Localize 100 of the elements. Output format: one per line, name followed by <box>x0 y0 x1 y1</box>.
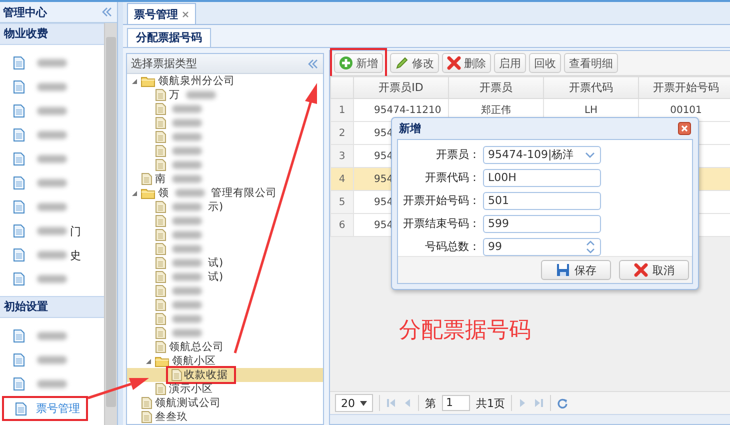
page-label: 第 <box>425 396 436 410</box>
chevron-down-icon <box>585 152 595 158</box>
toolbar-button[interactable]: 修改 <box>390 53 439 73</box>
first-page-icon <box>386 398 396 408</box>
document-icon <box>13 224 25 238</box>
dropdown-field[interactable]: 95474-109|杨洋 <box>483 146 601 164</box>
scrollbar[interactable] <box>104 23 117 425</box>
annotation-text: 分配票据号码 <box>399 317 531 345</box>
sidebar-item[interactable]: 门 <box>0 219 104 243</box>
tree-item[interactable]: 试) <box>127 256 323 270</box>
document-icon <box>13 152 25 166</box>
collapse-icon[interactable] <box>307 58 319 68</box>
document-icon <box>13 329 25 343</box>
document-icon <box>13 377 25 391</box>
item-label: 管理有限公司 <box>211 186 277 200</box>
item-label: 试) <box>208 256 224 270</box>
folder-icon <box>155 355 169 367</box>
document-icon <box>155 299 166 311</box>
dialog-button[interactable]: 保存 <box>541 260 611 280</box>
collapse-icon[interactable] <box>101 7 113 17</box>
tree-item[interactable]: 领 管理有限公司 <box>127 186 323 200</box>
document-icon <box>15 402 27 416</box>
field-label: 开票代码： <box>424 170 480 185</box>
document-icon <box>155 159 166 171</box>
toolbar-button[interactable]: 删除 <box>442 53 491 73</box>
tree-item[interactable]: 收款收据 <box>127 368 323 382</box>
document-icon <box>141 397 152 409</box>
item-label: 示) <box>208 200 224 214</box>
folder-icon <box>141 187 155 199</box>
item-label: 票号管理 <box>36 401 80 416</box>
field-label: 号码总数： <box>424 239 480 254</box>
document-icon <box>141 411 152 423</box>
tree-item[interactable]: 演示小区 <box>127 382 323 396</box>
tree-item[interactable]: 南 <box>127 172 323 186</box>
item-label: 万 <box>169 88 180 102</box>
column-header[interactable]: 开票代码 <box>544 76 638 98</box>
last-page-icon <box>534 398 544 408</box>
column-header[interactable]: 开票员 <box>448 76 544 98</box>
number-field[interactable]: 99 <box>483 238 601 256</box>
toolbar-button[interactable]: 查看明细 <box>564 53 618 73</box>
field-label: 开票员： <box>435 147 480 162</box>
document-icon <box>13 248 25 262</box>
column-header[interactable]: 开票开始号码 <box>638 76 730 98</box>
item-label: 领航泉州分公司 <box>158 74 235 88</box>
document-icon <box>13 80 25 94</box>
row-number: 3 <box>330 144 354 168</box>
document-icon <box>155 103 166 115</box>
cross-icon <box>447 56 461 70</box>
tab[interactable]: 分配票据号码 <box>127 28 211 47</box>
item-label: 南 <box>155 172 166 186</box>
document-icon <box>171 369 182 381</box>
document-icon <box>13 104 25 118</box>
tree-item[interactable]: 领航泉州分公司 <box>127 74 323 88</box>
item-label: 领航测试公司 <box>155 396 221 410</box>
item-label: 门 <box>70 224 81 238</box>
tree-item[interactable]: 领航小区 <box>127 354 323 368</box>
dialog-title: 新增 <box>399 121 421 136</box>
toolbar-button[interactable]: 新增 <box>334 53 383 73</box>
tree-item[interactable]: 领航测试公司 <box>127 396 323 410</box>
item-label: 史 <box>70 248 81 262</box>
panel-title: 选择票据类型 <box>131 56 197 71</box>
input-field[interactable]: 501 <box>483 192 601 210</box>
item-label: 领 <box>158 186 169 200</box>
document-icon <box>155 89 166 101</box>
dialog-button[interactable]: 取消 <box>619 260 689 280</box>
document-icon <box>155 243 166 255</box>
table-cell: 95474-11210 <box>374 104 442 116</box>
tree-item[interactable]: 叁叁玖 <box>127 410 323 424</box>
document-icon <box>155 229 166 241</box>
row-number: 2 <box>330 122 354 144</box>
cross-icon <box>634 263 648 277</box>
tree-item[interactable]: 万 <box>127 88 323 102</box>
document-icon <box>141 173 152 185</box>
page-input[interactable]: 1 <box>442 395 470 411</box>
tree-item[interactable]: 示) <box>127 200 323 214</box>
close-icon <box>678 122 691 135</box>
document-icon <box>155 215 166 227</box>
input-field[interactable]: 599 <box>483 214 601 232</box>
row-number: 6 <box>330 214 354 236</box>
document-icon <box>155 201 166 213</box>
tree-item[interactable]: 试) <box>127 270 323 284</box>
document-icon <box>13 176 25 190</box>
refresh-icon <box>557 398 568 408</box>
column-header[interactable]: 开票员ID <box>354 76 448 98</box>
sidebar-item[interactable]: 史 <box>0 243 104 267</box>
sidebar-item[interactable]: 票号管理 <box>4 398 86 419</box>
toolbar-button[interactable]: 回收 <box>529 53 561 73</box>
section-header[interactable]: 初始设置 <box>0 296 104 318</box>
field-label: 开票开始号码： <box>402 193 480 208</box>
toolbar-button[interactable]: 启用 <box>494 53 526 73</box>
page-size-select[interactable]: 20 <box>335 394 373 412</box>
tree-item[interactable]: 领航总公司 <box>127 340 323 354</box>
input-field[interactable]: L00H <box>483 168 601 186</box>
tab[interactable]: 票号管理 <box>127 3 196 24</box>
item-label: 演示小区 <box>169 382 213 396</box>
document-icon <box>13 56 25 70</box>
document-icon <box>13 128 25 142</box>
folder-icon <box>141 75 155 87</box>
document-icon <box>155 257 166 269</box>
section-header[interactable]: 物业收费 <box>0 23 104 45</box>
